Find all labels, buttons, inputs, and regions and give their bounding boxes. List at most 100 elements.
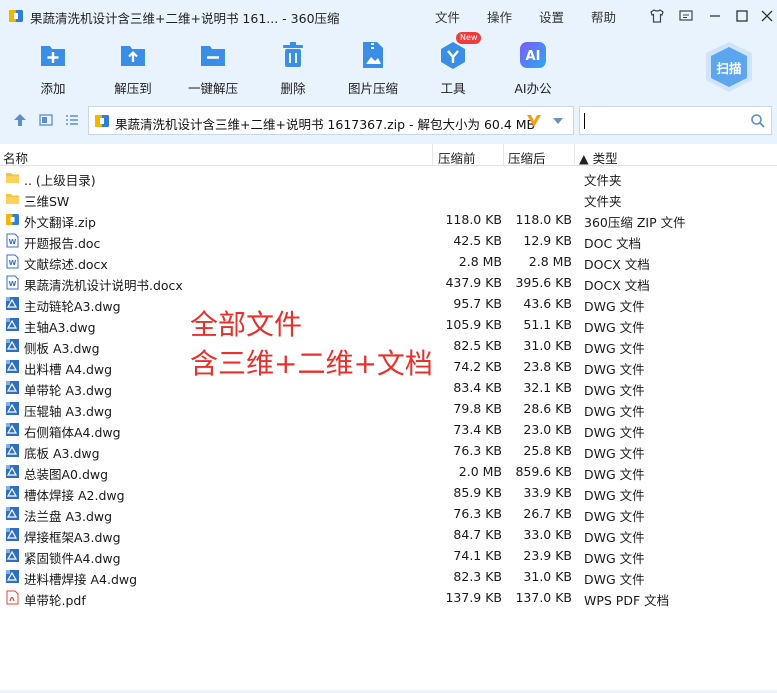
doc-icon: W (6, 233, 19, 248)
size-after: 23.9 KB (523, 548, 572, 563)
overlay-text-line1: 全部文件 (190, 308, 303, 341)
size-before: 2.0 MB (458, 464, 502, 479)
size-before: 95.7 KB (453, 296, 502, 311)
file-name: 紧固锁件A4.dwg (24, 551, 121, 566)
tools-button[interactable]: New 工具 (413, 32, 493, 98)
add-label: 添加 (40, 81, 66, 96)
file-type: WPS PDF 文档 (584, 593, 670, 608)
column-before[interactable]: 压缩前 (438, 148, 476, 167)
column-after[interactable]: 压缩后 (508, 148, 546, 167)
size-after: 137.0 KB (515, 590, 572, 605)
file-name: 外文翻译.zip (24, 215, 96, 230)
file-type: DOCX 文档 (584, 278, 650, 293)
text-caret (584, 113, 585, 129)
up-arrow-icon[interactable] (12, 112, 28, 128)
dwg-icon (6, 549, 19, 562)
file-row[interactable]: 三维SW 文件夹 (0, 188, 777, 209)
file-type: 文件夹 (584, 173, 622, 188)
dwg-icon (6, 570, 19, 583)
add-button[interactable]: 添加 (13, 38, 93, 98)
file-name: 文献综述.docx (24, 257, 108, 272)
extract-label: 解压到 (114, 81, 152, 96)
file-name: 焊接框架A3.dwg (24, 530, 121, 545)
size-after: 33.9 KB (523, 485, 572, 500)
menu-file[interactable]: 文件 (435, 7, 460, 26)
skin-icon[interactable] (648, 7, 666, 25)
file-row[interactable]: .. (上级目录) 文件夹 (0, 167, 777, 188)
extract-to-button[interactable]: 解压到 (93, 38, 173, 98)
dwg-icon (6, 507, 19, 520)
delete-button[interactable]: 删除 (253, 38, 333, 98)
file-row[interactable]: 压辊轴 A3.dwg 79.8 KB 28.6 KB DWG 文件 (0, 398, 777, 419)
close-icon[interactable] (758, 7, 776, 25)
file-row[interactable]: 外文翻译.zip 118.0 KB 118.0 KB 360压缩 ZIP 文件 (0, 209, 777, 230)
image-compress-icon (363, 42, 383, 68)
file-row[interactable]: 主动链轮A3.dwg 95.7 KB 43.6 KB DWG 文件 (0, 293, 777, 314)
image-compress-button[interactable]: 图片压缩 (333, 38, 413, 98)
menu-help[interactable]: 帮助 (591, 7, 616, 26)
file-row[interactable]: 槽体焊接 A2.dwg 85.9 KB 33.9 KB DWG 文件 (0, 482, 777, 503)
file-row[interactable]: 右侧箱体A4.dwg 73.4 KB 23.0 KB DWG 文件 (0, 419, 777, 440)
file-type: DWG 文件 (584, 446, 645, 461)
size-before: 85.9 KB (453, 485, 502, 500)
column-divider[interactable] (574, 144, 575, 166)
one-click-extract-button[interactable]: 一键解压 (173, 38, 253, 98)
size-after: 43.6 KB (523, 296, 572, 311)
file-name: .. (上级目录) (24, 173, 96, 188)
file-row[interactable]: 法兰盘 A3.dwg 76.3 KB 26.7 KB DWG 文件 (0, 503, 777, 524)
maximize-icon[interactable] (733, 7, 751, 25)
file-row[interactable]: 焊接框架A3.dwg 84.7 KB 33.0 KB DWG 文件 (0, 524, 777, 545)
file-type: DWG 文件 (584, 530, 645, 545)
size-before: 437.9 KB (445, 275, 502, 290)
search-icon[interactable] (750, 113, 766, 129)
overlay-text-line2: 含三维+二维+文档 (190, 347, 433, 380)
address-bar[interactable]: 果蔬清洗机设计含三维+二维+说明书 1617367.zip - 解包大小为 60… (88, 106, 574, 135)
file-row[interactable]: 主轴A3.dwg 105.9 KB 51.1 KB DWG 文件 (0, 314, 777, 335)
menu-settings[interactable]: 设置 (539, 7, 564, 26)
scan-button[interactable]: 扫描 (702, 40, 756, 94)
column-type[interactable]: ▲ 类型 (579, 148, 618, 167)
list-view-icon[interactable] (64, 112, 80, 128)
file-name: 槽体焊接 A2.dwg (24, 488, 125, 503)
trash-icon (283, 42, 303, 67)
size-after: 32.1 KB (523, 380, 572, 395)
size-before: 79.8 KB (453, 401, 502, 416)
chevron-down-icon[interactable] (552, 116, 564, 126)
file-row[interactable]: 紧固锁件A4.dwg 74.1 KB 23.9 KB DWG 文件 (0, 545, 777, 566)
size-before: 42.5 KB (453, 233, 502, 248)
size-before: 105.9 KB (445, 317, 502, 332)
file-row[interactable]: W 果蔬清洗机设计说明书.docx 437.9 KB 395.6 KB DOCX 文档 (0, 272, 777, 293)
file-type: DWG 文件 (584, 299, 645, 314)
file-row[interactable]: W 开题报告.doc 42.5 KB 12.9 KB DOC 文档 (0, 230, 777, 251)
svg-text:AI: AI (526, 49, 541, 64)
dwg-icon (6, 318, 19, 331)
verified-v-icon[interactable] (526, 112, 542, 129)
column-divider[interactable] (432, 144, 433, 166)
dwg-icon (6, 402, 19, 415)
minimize-icon[interactable] (706, 7, 724, 25)
file-type: DOC 文档 (584, 236, 642, 251)
view-mode-icon[interactable] (38, 112, 54, 128)
ai-office-button[interactable]: AI AI办公 (493, 38, 573, 98)
file-type: DWG 文件 (584, 488, 645, 503)
new-badge: New (456, 32, 482, 44)
column-divider[interactable] (503, 144, 504, 166)
ai-office-label: AI办公 (514, 81, 552, 96)
svg-text:W: W (9, 280, 17, 288)
tools-icon (441, 42, 465, 69)
file-row[interactable]: 单带轮.pdf 137.9 KB 137.0 KB WPS PDF 文档 (0, 587, 777, 608)
search-input[interactable] (579, 106, 772, 135)
file-row[interactable]: W 文献综述.docx 2.8 MB 2.8 MB DOCX 文档 (0, 251, 777, 272)
file-row[interactable]: 进料槽焊接 A4.dwg 82.3 KB 31.0 KB DWG 文件 (0, 566, 777, 587)
menu-operation[interactable]: 操作 (487, 7, 512, 26)
size-before: 84.7 KB (453, 527, 502, 542)
dwg-icon (6, 360, 19, 373)
feedback-icon[interactable] (677, 7, 695, 25)
file-type: DOCX 文档 (584, 257, 650, 272)
column-name[interactable]: 名称 (3, 148, 28, 167)
file-row[interactable]: 总装图A0.dwg 2.0 MB 859.6 KB DWG 文件 (0, 461, 777, 482)
file-name: 底板 A3.dwg (24, 446, 100, 461)
file-row[interactable]: 底板 A3.dwg 76.3 KB 25.8 KB DWG 文件 (0, 440, 777, 461)
size-before: 76.3 KB (453, 506, 502, 521)
file-name: 压辊轴 A3.dwg (24, 404, 113, 419)
